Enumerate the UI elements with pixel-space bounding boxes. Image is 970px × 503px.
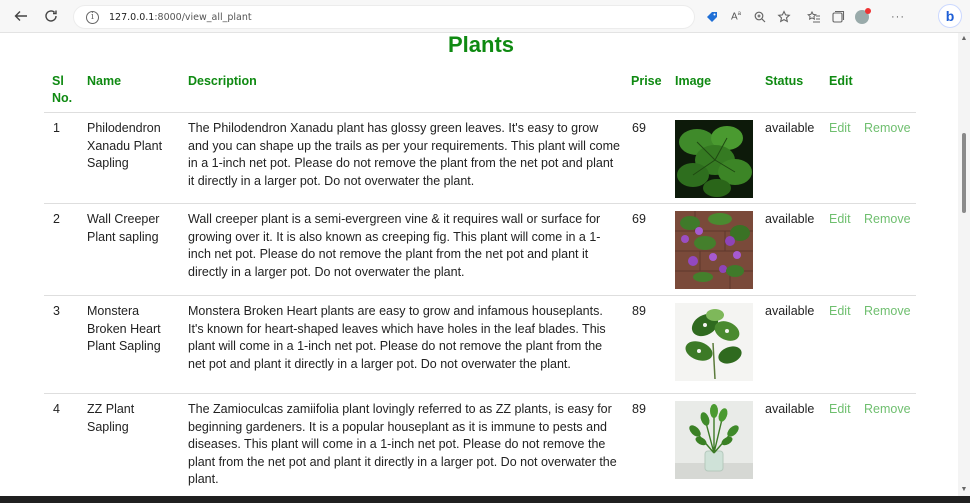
edit-link[interactable]: Edit bbox=[829, 401, 851, 419]
collections-icon[interactable] bbox=[826, 0, 850, 33]
remove-link[interactable]: Remove bbox=[864, 120, 911, 138]
remove-link[interactable]: Remove bbox=[864, 401, 911, 419]
page-title: Plants bbox=[447, 33, 515, 57]
url-text: 127.0.0.1:8000/view_all_plant bbox=[109, 11, 252, 23]
header-prise: Prise bbox=[631, 74, 662, 88]
row-status: available bbox=[765, 402, 815, 416]
header-edit: Edit bbox=[829, 74, 853, 88]
bing-chat-icon[interactable]: b bbox=[938, 4, 962, 28]
row-sl: 3 bbox=[53, 304, 60, 318]
row-name: Philodendron Xanadu Plant Sapling bbox=[87, 121, 163, 170]
more-menu-icon[interactable]: ··· bbox=[886, 0, 910, 33]
favorites-bar-icon[interactable] bbox=[802, 0, 826, 33]
row-description: Wall creeper plant is a semi-evergreen v… bbox=[188, 212, 601, 279]
row-description: The Zamioculcas zamiifolia plant lovingl… bbox=[188, 402, 617, 486]
zoom-icon[interactable] bbox=[748, 0, 772, 33]
zz-plant-image bbox=[675, 401, 753, 479]
header-image: Image bbox=[675, 74, 712, 88]
read-aloud-icon[interactable]: Aa bbox=[724, 0, 748, 33]
row-description: The Philodendron Xanadu plant has glossy… bbox=[188, 121, 620, 188]
row-description: Monstera Broken Heart plants are easy to… bbox=[188, 304, 606, 371]
tag-icon[interactable] bbox=[700, 0, 724, 33]
row-name: ZZ Plant Sapling bbox=[87, 402, 135, 434]
row-sl: 1 bbox=[53, 121, 60, 135]
row-status: available bbox=[765, 304, 815, 318]
back-icon[interactable] bbox=[6, 0, 36, 33]
row-status: available bbox=[765, 212, 815, 226]
header-name: Name bbox=[87, 74, 122, 88]
scroll-down-icon[interactable]: ▼ bbox=[960, 486, 968, 494]
edit-link[interactable]: Edit bbox=[829, 211, 851, 229]
table-row: 2 Wall Creeper Plant sapling Wall creepe… bbox=[44, 203, 916, 295]
table-row: 1 Philodendron Xanadu Plant Sapling The … bbox=[44, 112, 916, 203]
header-sl-no: Sl No. bbox=[52, 74, 73, 105]
vertical-scrollbar[interactable]: ▲ ▼ bbox=[958, 33, 970, 496]
os-taskbar bbox=[0, 496, 970, 503]
browser-toolbar: i 127.0.0.1:8000/view_all_plant Aa ··· b bbox=[0, 0, 970, 33]
row-sl: 4 bbox=[53, 402, 60, 416]
row-prise: 89 bbox=[632, 304, 646, 318]
edit-link[interactable]: Edit bbox=[829, 303, 851, 321]
row-name: Monstera Broken Heart Plant Sapling bbox=[87, 304, 161, 353]
scrollbar-thumb[interactable] bbox=[962, 133, 966, 213]
edit-link[interactable]: Edit bbox=[829, 120, 851, 138]
row-name: Wall Creeper Plant sapling bbox=[87, 212, 160, 244]
scroll-up-icon[interactable]: ▲ bbox=[960, 35, 968, 43]
site-info-icon[interactable]: i bbox=[86, 10, 99, 24]
philodendron-image bbox=[675, 120, 753, 198]
row-sl: 2 bbox=[53, 212, 60, 226]
address-bar[interactable]: i 127.0.0.1:8000/view_all_plant bbox=[73, 5, 695, 29]
table-row: 3 Monstera Broken Heart Plant Sapling Mo… bbox=[44, 295, 916, 393]
row-prise: 89 bbox=[632, 402, 646, 416]
row-status: available bbox=[765, 121, 815, 135]
wall-creeper-image bbox=[675, 211, 753, 289]
row-prise: 69 bbox=[632, 212, 646, 226]
refresh-icon[interactable] bbox=[36, 0, 66, 33]
header-status: Status bbox=[765, 74, 804, 88]
favorites-star-icon[interactable] bbox=[772, 0, 796, 33]
profile-avatar-icon[interactable] bbox=[850, 0, 874, 33]
header-description: Description bbox=[188, 74, 257, 88]
page-content: Plants Sl No. Name Description Prise Ima… bbox=[0, 33, 958, 496]
remove-link[interactable]: Remove bbox=[864, 211, 911, 229]
table-row: 4 ZZ Plant Sapling The Zamioculcas zamii… bbox=[44, 393, 916, 496]
monstera-image bbox=[675, 303, 753, 381]
remove-link[interactable]: Remove bbox=[864, 303, 911, 321]
row-prise: 69 bbox=[632, 121, 646, 135]
